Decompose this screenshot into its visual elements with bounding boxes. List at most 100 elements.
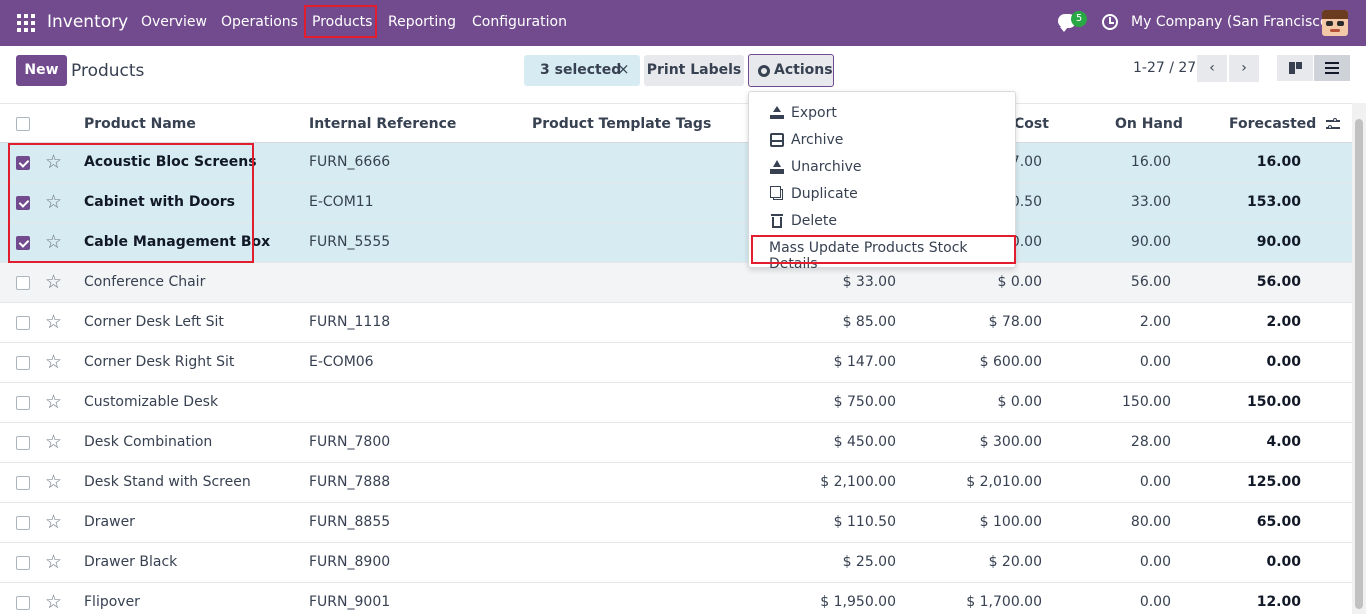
- cell-on-hand: 0.00: [1139, 354, 1171, 370]
- print-labels-button[interactable]: Print Labels: [644, 55, 744, 86]
- user-avatar[interactable]: [1322, 10, 1348, 36]
- scrollbar-thumb[interactable]: [1355, 119, 1363, 609]
- cell-product-name: Customizable Desk: [84, 394, 219, 410]
- cell-sales-price: $ 450.00: [833, 434, 896, 450]
- cell-forecasted: 16.00: [1256, 154, 1301, 170]
- header-internal-reference[interactable]: Internal Reference: [309, 116, 456, 132]
- apps-menu-icon[interactable]: [17, 14, 35, 32]
- cell-internal-reference: FURN_8900: [309, 554, 391, 570]
- table-row[interactable]: ☆ Corner Desk Right Sit E-COM06 $ 147.00 $ 6…: [0, 343, 1352, 383]
- cell-internal-reference: FURN_8855: [309, 514, 391, 530]
- row-checkbox[interactable]: [16, 516, 30, 530]
- row-checkbox[interactable]: [16, 276, 30, 290]
- action-duplicate-label: Duplicate: [791, 186, 858, 202]
- action-delete-label: Delete: [791, 213, 837, 229]
- table-row[interactable]: ☆ Drawer FURN_8855 $ 110.50 $ 100.00 80.00 65.…: [0, 503, 1352, 543]
- action-archive[interactable]: Archive: [749, 127, 1015, 154]
- clear-selection-icon[interactable]: ×: [617, 60, 630, 78]
- chat-count-badge: 5: [1071, 11, 1087, 27]
- table-row[interactable]: ☆ Desk Combination FURN_7800 $ 450.00 $ 300.…: [0, 423, 1352, 463]
- new-button[interactable]: New: [16, 55, 67, 86]
- header-on-hand[interactable]: On Hand: [1115, 116, 1183, 132]
- cell-cost: $ 20.00: [988, 554, 1042, 570]
- header-cost[interactable]: Cost: [1014, 116, 1049, 132]
- cell-forecasted: 4.00: [1266, 434, 1301, 450]
- row-checkbox[interactable]: [16, 316, 30, 330]
- list-view-button[interactable]: [1314, 55, 1350, 81]
- header-template-tags[interactable]: Product Template Tags: [532, 116, 711, 132]
- action-delete[interactable]: Delete: [749, 208, 1015, 235]
- cell-on-hand: 90.00: [1130, 234, 1171, 250]
- actions-button[interactable]: Actions: [748, 54, 834, 87]
- row-checkbox[interactable]: [16, 396, 30, 410]
- favorite-star-icon[interactable]: ☆: [45, 471, 62, 493]
- cell-internal-reference: FURN_7800: [309, 434, 391, 450]
- select-all-checkbox[interactable]: [16, 117, 30, 131]
- cell-on-hand: 80.00: [1130, 514, 1171, 530]
- pager-prev-button[interactable]: ‹: [1197, 55, 1227, 82]
- favorite-star-icon[interactable]: ☆: [45, 431, 62, 453]
- cell-on-hand: 0.00: [1139, 554, 1171, 570]
- cell-internal-reference: E-COM06: [309, 354, 374, 370]
- cell-forecasted: 65.00: [1256, 514, 1301, 530]
- cell-sales-price: $ 33.00: [842, 274, 896, 290]
- menu-operations[interactable]: Operations: [221, 14, 298, 30]
- app-name[interactable]: Inventory: [47, 12, 128, 32]
- cell-product-name: Conference Chair: [84, 274, 206, 290]
- archive-icon: [770, 133, 784, 147]
- row-checkbox[interactable]: [16, 596, 30, 610]
- menu-configuration[interactable]: Configuration: [472, 14, 567, 30]
- cell-sales-price: $ 110.50: [833, 514, 896, 530]
- table-row[interactable]: ☆ Desk Stand with Screen FURN_7888 $ 2,100.…: [0, 463, 1352, 503]
- column-settings-icon[interactable]: [1326, 117, 1340, 131]
- cell-sales-price: $ 1,950.00: [820, 594, 896, 610]
- favorite-star-icon[interactable]: ☆: [45, 351, 62, 373]
- cell-on-hand: 56.00: [1130, 274, 1171, 290]
- cell-product-name: Corner Desk Left Sit: [84, 314, 224, 330]
- cell-on-hand: 0.00: [1139, 594, 1171, 610]
- cell-product-name: Desk Stand with Screen: [84, 474, 251, 490]
- cell-cost: $ 0.00: [997, 394, 1042, 410]
- cell-forecasted: 150.00: [1246, 394, 1301, 410]
- row-checkbox[interactable]: [16, 556, 30, 570]
- favorite-star-icon[interactable]: ☆: [45, 551, 62, 573]
- gear-icon: [758, 65, 770, 77]
- company-switcher[interactable]: My Company (San Francisco): [1131, 14, 1334, 30]
- favorite-star-icon[interactable]: ☆: [45, 391, 62, 413]
- kanban-view-button[interactable]: [1277, 55, 1313, 81]
- cell-forecasted: 153.00: [1246, 194, 1301, 210]
- menu-overview[interactable]: Overview: [141, 14, 207, 30]
- actions-label: Actions: [774, 62, 833, 78]
- row-checkbox[interactable]: [16, 476, 30, 490]
- cell-cost: $ 600.00: [979, 354, 1042, 370]
- table-row[interactable]: ☆ Corner Desk Left Sit FURN_1118 $ 85.00 $ 7…: [0, 303, 1352, 343]
- pager-value[interactable]: 1-27 / 27: [1133, 60, 1196, 76]
- cell-cost: $ 78.00: [988, 314, 1042, 330]
- top-navbar: Inventory Overview Operations Products R…: [0, 0, 1366, 46]
- table-row[interactable]: ☆ Customizable Desk $ 750.00 $ 0.00 150.00 15…: [0, 383, 1352, 423]
- delete-icon: [771, 214, 783, 228]
- vertical-scrollbar[interactable]: [1352, 103, 1366, 614]
- favorite-star-icon[interactable]: ☆: [45, 591, 62, 613]
- action-unarchive[interactable]: Unarchive: [749, 154, 1015, 181]
- action-export[interactable]: Export: [749, 100, 1015, 127]
- cell-product-name: Drawer Black: [84, 554, 178, 570]
- row-checkbox[interactable]: [16, 356, 30, 370]
- favorite-star-icon[interactable]: ☆: [45, 311, 62, 333]
- row-checkbox[interactable]: [16, 436, 30, 450]
- cell-cost: $ 100.00: [979, 514, 1042, 530]
- cell-sales-price: $ 147.00: [833, 354, 896, 370]
- header-forecasted[interactable]: Forecasted: [1229, 116, 1316, 132]
- activity-clock-icon[interactable]: [1102, 14, 1118, 30]
- table-header: Product Name Internal Reference Product …: [0, 103, 1352, 143]
- action-duplicate[interactable]: Duplicate: [749, 181, 1015, 208]
- favorite-star-icon[interactable]: ☆: [45, 511, 62, 533]
- pager-next-button[interactable]: ›: [1229, 55, 1259, 82]
- table-row[interactable]: ☆ Conference Chair $ 33.00 $ 0.00 56.00 56.00: [0, 263, 1352, 303]
- header-product-name[interactable]: Product Name: [84, 116, 196, 132]
- menu-reporting[interactable]: Reporting: [388, 14, 456, 30]
- table-row[interactable]: ☆ Drawer Black FURN_8900 $ 25.00 $ 20.00 0.00…: [0, 543, 1352, 583]
- favorite-star-icon[interactable]: ☆: [45, 271, 62, 293]
- cell-sales-price: $ 2,100.00: [820, 474, 896, 490]
- table-row[interactable]: ☆ Flipover FURN_9001 $ 1,950.00 $ 1,700.00 0.…: [0, 583, 1352, 614]
